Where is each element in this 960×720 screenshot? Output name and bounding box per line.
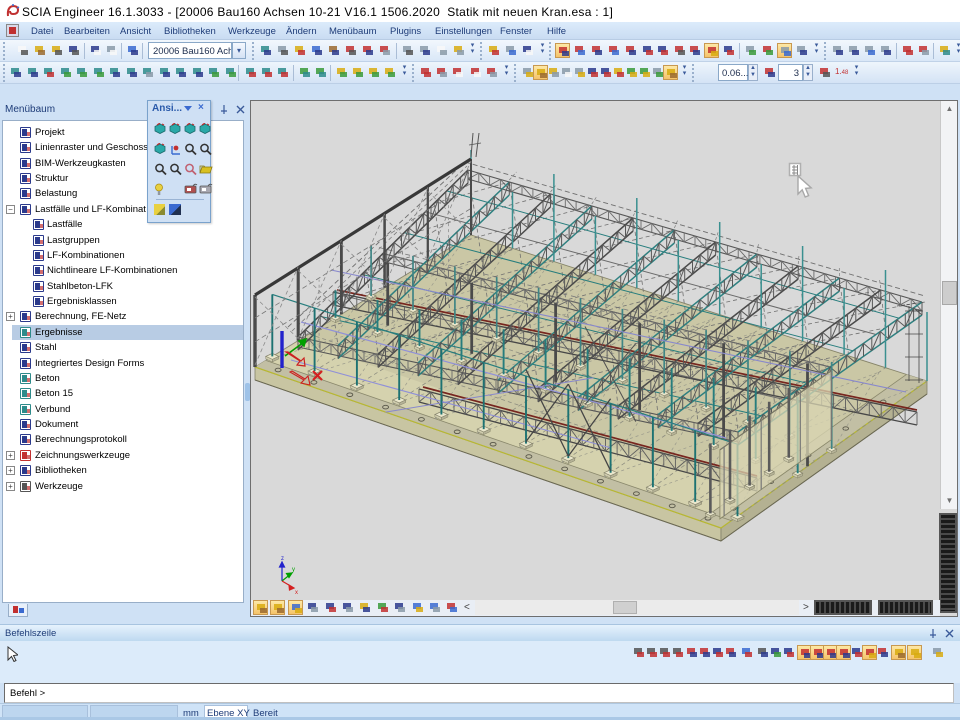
svg-text:x: x <box>295 590 298 596</box>
svg-text:y: y <box>292 567 295 573</box>
svg-text:z: z <box>281 556 284 562</box>
